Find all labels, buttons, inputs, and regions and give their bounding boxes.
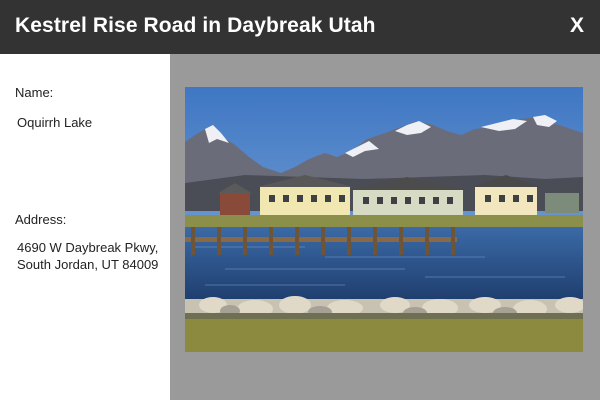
address-line-2: South Jordan, UT 84009 [17,257,159,272]
close-button[interactable]: X [570,14,584,38]
location-photo [185,87,583,352]
dialog-title: Kestrel Rise Road in Daybreak Utah [15,14,376,37]
name-label: Name: [15,85,54,100]
address-line-1: 4690 W Daybreak Pkwy, [17,240,159,255]
info-panel: Name: Oquirrh Lake Address: 4690 W Daybr… [0,54,170,400]
photo-panel [170,54,600,400]
dialog-header: Kestrel Rise Road in Daybreak Utah X [0,0,600,54]
address-value: 4690 W Daybreak Pkwy, South Jordan, UT 8… [17,239,167,273]
name-value: Oquirrh Lake [17,115,93,130]
address-label: Address: [15,212,67,227]
